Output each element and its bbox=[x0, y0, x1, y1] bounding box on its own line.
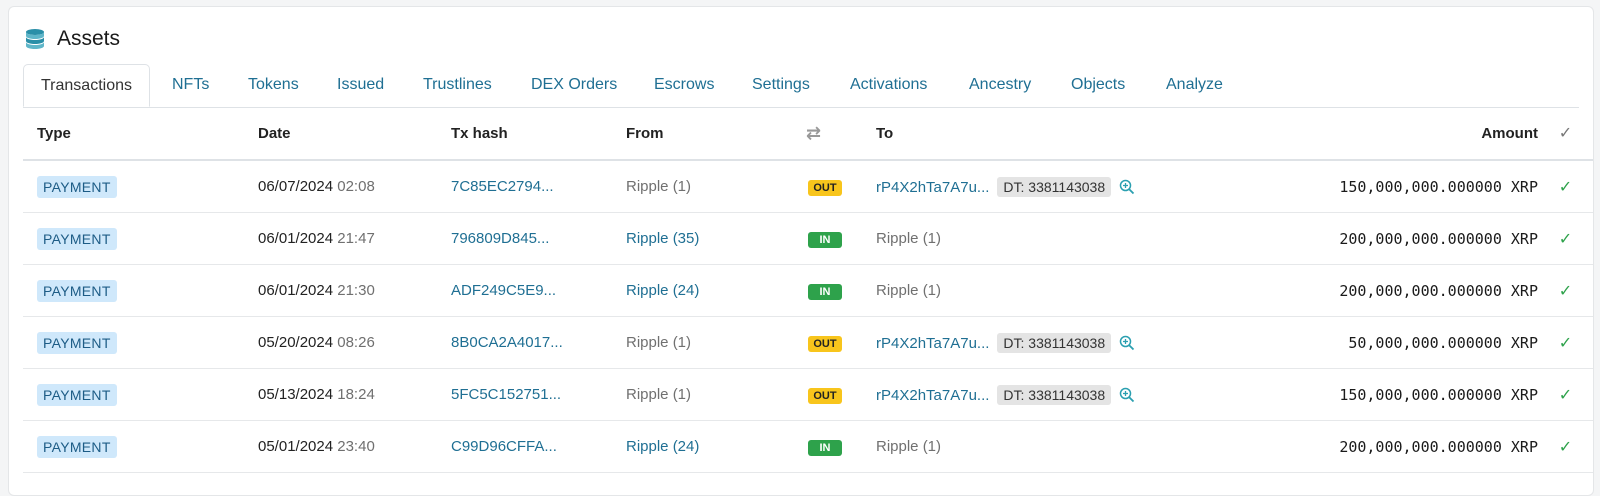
tab-ancestry[interactable]: Ancestry bbox=[969, 64, 1031, 106]
direction-badge: IN bbox=[808, 283, 842, 300]
destination-tag: DT: 3381143038 bbox=[997, 176, 1112, 197]
from-address: Ripple (1) bbox=[626, 178, 692, 195]
tx-hash-link[interactable]: ADF249C5E9... bbox=[451, 282, 556, 299]
tab-issued[interactable]: Issued bbox=[337, 64, 384, 106]
to-address[interactable]: rP4X2hTa7A7u... bbox=[876, 335, 989, 352]
tx-date: 06/01/2024 bbox=[258, 230, 334, 247]
tx-time: 21:30 bbox=[337, 282, 375, 299]
card-header: Assets bbox=[23, 27, 120, 51]
table-row: PAYMENT 06/01/2024 21:47 796809D845... Ripp… bbox=[23, 212, 1593, 265]
destination-tag: DT: 3381143038 bbox=[997, 384, 1112, 405]
tx-amount: 200,000,000.000000 XRP bbox=[1339, 281, 1538, 300]
tx-type-badge: PAYMENT bbox=[37, 331, 117, 354]
tab-activations[interactable]: Activations bbox=[850, 64, 927, 106]
tx-hash-link[interactable]: 796809D845... bbox=[451, 230, 549, 247]
tx-date: 05/20/2024 bbox=[258, 334, 334, 351]
zoom-in-icon[interactable] bbox=[1119, 387, 1135, 403]
success-check-icon: ✓ bbox=[1558, 230, 1573, 248]
from-address: Ripple (1) bbox=[626, 334, 692, 351]
tab-analyze[interactable]: Analyze bbox=[1166, 64, 1223, 106]
tx-hash-link[interactable]: 7C85EC2794... bbox=[451, 178, 554, 195]
tx-amount: 200,000,000.000000 XRP bbox=[1339, 229, 1538, 248]
zoom-in-icon[interactable] bbox=[1119, 335, 1135, 351]
column-header-type[interactable]: Type bbox=[23, 107, 258, 161]
success-check-icon: ✓ bbox=[1558, 178, 1573, 196]
table-row: PAYMENT 05/01/2024 23:40 C99D96CFFA... Ripp… bbox=[23, 420, 1593, 473]
database-icon bbox=[26, 29, 44, 49]
tx-type-badge: PAYMENT bbox=[37, 383, 117, 406]
tx-time: 18:24 bbox=[337, 386, 375, 403]
checkmark-icon: ✓ bbox=[1558, 125, 1573, 142]
from-address: Ripple (1) bbox=[626, 386, 692, 403]
tab-escrows[interactable]: Escrows bbox=[654, 64, 714, 106]
tx-amount: 150,000,000.000000 XRP bbox=[1339, 385, 1538, 404]
tab-trustlines[interactable]: Trustlines bbox=[423, 64, 492, 106]
to-address[interactable]: rP4X2hTa7A7u... bbox=[876, 387, 989, 404]
tab-settings[interactable]: Settings bbox=[752, 64, 810, 106]
tx-amount: 200,000,000.000000 XRP bbox=[1339, 437, 1538, 456]
transactions-table: Type Date Tx hash From ⇄ To Amount ✓ PAY… bbox=[23, 107, 1593, 473]
success-check-icon: ✓ bbox=[1558, 334, 1573, 352]
table-header-row: Type Date Tx hash From ⇄ To Amount ✓ bbox=[23, 107, 1593, 161]
direction-badge: OUT bbox=[808, 335, 842, 352]
direction-badge: OUT bbox=[808, 387, 842, 404]
success-check-icon: ✓ bbox=[1558, 438, 1573, 456]
table-row: PAYMENT 05/20/2024 08:26 8B0CA2A4017... Rip… bbox=[23, 316, 1593, 369]
tx-amount: 50,000,000.000000 XRP bbox=[1348, 333, 1538, 352]
tx-time: 21:47 bbox=[337, 230, 375, 247]
tx-type-badge: PAYMENT bbox=[37, 175, 117, 198]
tx-type-badge: PAYMENT bbox=[37, 279, 117, 302]
direction-badge: IN bbox=[808, 231, 842, 248]
to-address[interactable]: rP4X2hTa7A7u... bbox=[876, 179, 989, 196]
from-address[interactable]: Ripple (24) bbox=[626, 438, 699, 455]
tx-type-badge: PAYMENT bbox=[37, 435, 117, 458]
table-row: PAYMENT 06/07/2024 02:08 7C85EC2794... Ripp… bbox=[23, 160, 1593, 213]
to-address: Ripple (1) bbox=[876, 438, 942, 455]
table-row: PAYMENT 06/01/2024 21:30 ADF249C5E9... Ripp… bbox=[23, 264, 1593, 317]
swap-arrows-icon: ⇄ bbox=[806, 122, 822, 143]
tx-time: 08:26 bbox=[337, 334, 375, 351]
tx-amount: 150,000,000.000000 XRP bbox=[1339, 177, 1538, 196]
tab-nfts[interactable]: NFTs bbox=[172, 64, 209, 106]
column-header-from[interactable]: From bbox=[626, 107, 806, 161]
from-address[interactable]: Ripple (24) bbox=[626, 282, 699, 299]
tab-bar: Transactions NFTs Tokens Issued Trustlines DE… bbox=[23, 64, 1579, 108]
tx-hash-link[interactable]: C99D96CFFA... bbox=[451, 438, 557, 455]
tab-tokens[interactable]: Tokens bbox=[248, 64, 299, 106]
column-header-amount[interactable]: Amount bbox=[1276, 107, 1538, 161]
tab-dex-orders[interactable]: DEX Orders bbox=[531, 64, 617, 106]
tx-hash-link[interactable]: 8B0CA2A4017... bbox=[451, 334, 563, 351]
to-address: Ripple (1) bbox=[876, 230, 942, 247]
success-check-icon: ✓ bbox=[1558, 282, 1573, 300]
zoom-in-icon[interactable] bbox=[1119, 179, 1135, 195]
assets-card: Assets Transactions NFTs Tokens Issued Trust… bbox=[8, 6, 1594, 496]
from-address[interactable]: Ripple (35) bbox=[626, 230, 699, 247]
tx-hash-link[interactable]: 5FC5C152751... bbox=[451, 386, 561, 403]
direction-badge: OUT bbox=[808, 179, 842, 196]
destination-tag: DT: 3381143038 bbox=[997, 332, 1112, 353]
column-header-date[interactable]: Date bbox=[258, 107, 451, 161]
tx-time: 23:40 bbox=[337, 438, 375, 455]
to-address: Ripple (1) bbox=[876, 282, 942, 299]
tx-type-badge: PAYMENT bbox=[37, 227, 117, 250]
tx-date: 05/01/2024 bbox=[258, 438, 334, 455]
tx-date: 06/07/2024 bbox=[258, 178, 334, 195]
tx-time: 02:08 bbox=[337, 178, 375, 195]
page-title: Assets bbox=[57, 27, 121, 50]
success-check-icon: ✓ bbox=[1558, 386, 1573, 404]
tab-transactions[interactable]: Transactions bbox=[23, 64, 150, 107]
tx-date: 05/13/2024 bbox=[258, 386, 334, 403]
tab-objects[interactable]: Objects bbox=[1071, 64, 1125, 106]
column-header-to[interactable]: To bbox=[876, 107, 1276, 161]
tx-date: 06/01/2024 bbox=[258, 282, 334, 299]
column-header-tx-hash[interactable]: Tx hash bbox=[451, 107, 626, 161]
direction-badge: IN bbox=[808, 439, 842, 456]
table-row: PAYMENT 05/13/2024 18:24 5FC5C152751... Rip… bbox=[23, 368, 1593, 421]
